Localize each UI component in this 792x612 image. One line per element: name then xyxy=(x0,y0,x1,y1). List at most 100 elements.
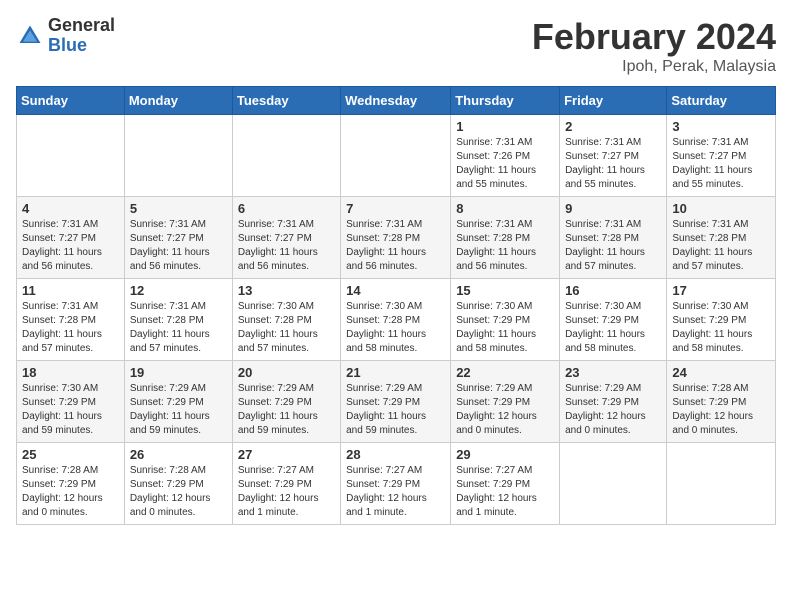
calendar-cell: 21 Sunrise: 7:29 AM Sunset: 7:29 PM Dayli… xyxy=(341,361,451,443)
calendar-cell: 20 Sunrise: 7:29 AM Sunset: 7:29 PM Dayli… xyxy=(232,361,340,443)
day-number: 27 xyxy=(238,447,335,462)
calendar-week-4: 18 Sunrise: 7:30 AM Sunset: 7:29 PM Dayli… xyxy=(17,361,776,443)
day-number: 3 xyxy=(672,119,770,134)
day-number: 2 xyxy=(565,119,661,134)
calendar-cell: 3 Sunrise: 7:31 AM Sunset: 7:27 PM Daylig… xyxy=(667,115,776,197)
calendar-cell xyxy=(560,443,667,525)
day-number: 10 xyxy=(672,201,770,216)
calendar-cell: 4 Sunrise: 7:31 AM Sunset: 7:27 PM Daylig… xyxy=(17,197,125,279)
calendar-cell: 26Sunrise: 7:28 AM Sunset: 7:29 PM Dayli… xyxy=(124,443,232,525)
page-header: General Blue February 2024 Ipoh, Perak, … xyxy=(16,16,776,76)
calendar-cell: 6 Sunrise: 7:31 AM Sunset: 7:27 PM Daylig… xyxy=(232,197,340,279)
calendar-cell: 16 Sunrise: 7:30 AM Sunset: 7:29 PM Dayli… xyxy=(560,279,667,361)
day-info: Sunrise: 7:31 AM Sunset: 7:28 PM Dayligh… xyxy=(456,218,554,274)
calendar-cell: 9 Sunrise: 7:31 AM Sunset: 7:28 PM Daylig… xyxy=(560,197,667,279)
day-info: Sunrise: 7:28 AM Sunset: 7:29 PM Dayligh… xyxy=(130,464,227,520)
day-number: 4 xyxy=(22,201,119,216)
day-info: Sunrise: 7:29 AM Sunset: 7:29 PM Dayligh… xyxy=(565,382,661,438)
day-number: 7 xyxy=(346,201,445,216)
day-info: Sunrise: 7:30 AM Sunset: 7:29 PM Dayligh… xyxy=(22,382,119,438)
calendar-cell: 11 Sunrise: 7:31 AM Sunset: 7:28 PM Dayli… xyxy=(17,279,125,361)
day-info: Sunrise: 7:31 AM Sunset: 7:28 PM Dayligh… xyxy=(130,300,227,356)
calendar-cell: 14 Sunrise: 7:30 AM Sunset: 7:28 PM Dayli… xyxy=(341,279,451,361)
calendar-week-1: 1Sunrise: 7:31 AM Sunset: 7:26 PM Daylig… xyxy=(17,115,776,197)
calendar-week-3: 11 Sunrise: 7:31 AM Sunset: 7:28 PM Dayli… xyxy=(17,279,776,361)
calendar-cell: 23 Sunrise: 7:29 AM Sunset: 7:29 PM Dayli… xyxy=(560,361,667,443)
calendar-cell xyxy=(341,115,451,197)
day-info: Sunrise: 7:31 AM Sunset: 7:27 PM Dayligh… xyxy=(22,218,119,274)
title-block: February 2024 Ipoh, Perak, Malaysia xyxy=(532,16,776,76)
day-number: 16 xyxy=(565,283,661,298)
day-info: Sunrise: 7:28 AM Sunset: 7:29 PM Dayligh… xyxy=(22,464,119,520)
day-number: 28 xyxy=(346,447,445,462)
day-info: Sunrise: 7:29 AM Sunset: 7:29 PM Dayligh… xyxy=(238,382,335,438)
day-info: Sunrise: 7:31 AM Sunset: 7:28 PM Dayligh… xyxy=(346,218,445,274)
calendar-cell: 8 Sunrise: 7:31 AM Sunset: 7:28 PM Daylig… xyxy=(451,197,560,279)
day-number: 15 xyxy=(456,283,554,298)
day-info: Sunrise: 7:30 AM Sunset: 7:28 PM Dayligh… xyxy=(238,300,335,356)
day-info: Sunrise: 7:27 AM Sunset: 7:29 PM Dayligh… xyxy=(238,464,335,520)
day-number: 17 xyxy=(672,283,770,298)
calendar-cell: 10 Sunrise: 7:31 AM Sunset: 7:28 PM Dayli… xyxy=(667,197,776,279)
calendar-table: SundayMondayTuesdayWednesdayThursdayFrid… xyxy=(16,86,776,525)
day-info: Sunrise: 7:31 AM Sunset: 7:27 PM Dayligh… xyxy=(130,218,227,274)
calendar-cell: 18 Sunrise: 7:30 AM Sunset: 7:29 PM Dayli… xyxy=(17,361,125,443)
calendar-cell: 13 Sunrise: 7:30 AM Sunset: 7:28 PM Dayli… xyxy=(232,279,340,361)
calendar-title: February 2024 xyxy=(532,16,776,58)
calendar-cell: 7 Sunrise: 7:31 AM Sunset: 7:28 PM Daylig… xyxy=(341,197,451,279)
day-info: Sunrise: 7:31 AM Sunset: 7:28 PM Dayligh… xyxy=(565,218,661,274)
weekday-header-friday: Friday xyxy=(560,87,667,115)
day-number: 29 xyxy=(456,447,554,462)
day-number: 20 xyxy=(238,365,335,380)
day-number: 8 xyxy=(456,201,554,216)
day-info: Sunrise: 7:30 AM Sunset: 7:29 PM Dayligh… xyxy=(565,300,661,356)
day-info: Sunrise: 7:31 AM Sunset: 7:27 PM Dayligh… xyxy=(238,218,335,274)
day-info: Sunrise: 7:29 AM Sunset: 7:29 PM Dayligh… xyxy=(346,382,445,438)
day-number: 23 xyxy=(565,365,661,380)
calendar-location: Ipoh, Perak, Malaysia xyxy=(532,58,776,76)
day-number: 25 xyxy=(22,447,119,462)
calendar-cell: 15 Sunrise: 7:30 AM Sunset: 7:29 PM Dayli… xyxy=(451,279,560,361)
calendar-cell: 22 Sunrise: 7:29 AM Sunset: 7:29 PM Dayli… xyxy=(451,361,560,443)
weekday-header-sunday: Sunday xyxy=(17,87,125,115)
day-number: 14 xyxy=(346,283,445,298)
day-number: 18 xyxy=(22,365,119,380)
logo: General Blue xyxy=(16,16,115,56)
calendar-cell xyxy=(124,115,232,197)
day-info: Sunrise: 7:30 AM Sunset: 7:29 PM Dayligh… xyxy=(456,300,554,356)
day-info: Sunrise: 7:30 AM Sunset: 7:28 PM Dayligh… xyxy=(346,300,445,356)
day-info: Sunrise: 7:27 AM Sunset: 7:29 PM Dayligh… xyxy=(346,464,445,520)
logo-text: General Blue xyxy=(48,16,115,56)
day-info: Sunrise: 7:31 AM Sunset: 7:27 PM Dayligh… xyxy=(565,136,661,192)
day-number: 19 xyxy=(130,365,227,380)
day-number: 21 xyxy=(346,365,445,380)
day-number: 6 xyxy=(238,201,335,216)
day-number: 5 xyxy=(130,201,227,216)
weekday-header-tuesday: Tuesday xyxy=(232,87,340,115)
day-number: 9 xyxy=(565,201,661,216)
calendar-week-2: 4 Sunrise: 7:31 AM Sunset: 7:27 PM Daylig… xyxy=(17,197,776,279)
day-info: Sunrise: 7:29 AM Sunset: 7:29 PM Dayligh… xyxy=(456,382,554,438)
logo-general-text: General xyxy=(48,16,115,36)
calendar-cell xyxy=(667,443,776,525)
calendar-cell: 2 Sunrise: 7:31 AM Sunset: 7:27 PM Daylig… xyxy=(560,115,667,197)
day-number: 22 xyxy=(456,365,554,380)
day-number: 13 xyxy=(238,283,335,298)
day-info: Sunrise: 7:27 AM Sunset: 7:29 PM Dayligh… xyxy=(456,464,554,520)
day-info: Sunrise: 7:31 AM Sunset: 7:27 PM Dayligh… xyxy=(672,136,770,192)
calendar-cell: 5 Sunrise: 7:31 AM Sunset: 7:27 PM Daylig… xyxy=(124,197,232,279)
day-info: Sunrise: 7:31 AM Sunset: 7:28 PM Dayligh… xyxy=(22,300,119,356)
weekday-header-saturday: Saturday xyxy=(667,87,776,115)
calendar-cell: 19Sunrise: 7:29 AM Sunset: 7:29 PM Dayli… xyxy=(124,361,232,443)
day-info: Sunrise: 7:31 AM Sunset: 7:26 PM Dayligh… xyxy=(456,136,554,192)
weekday-header-wednesday: Wednesday xyxy=(341,87,451,115)
weekday-header-row: SundayMondayTuesdayWednesdayThursdayFrid… xyxy=(17,87,776,115)
logo-icon xyxy=(16,22,44,50)
day-info: Sunrise: 7:31 AM Sunset: 7:28 PM Dayligh… xyxy=(672,218,770,274)
calendar-cell xyxy=(232,115,340,197)
calendar-cell: 1Sunrise: 7:31 AM Sunset: 7:26 PM Daylig… xyxy=(451,115,560,197)
weekday-header-monday: Monday xyxy=(124,87,232,115)
calendar-cell: 24Sunrise: 7:28 AM Sunset: 7:29 PM Dayli… xyxy=(667,361,776,443)
day-number: 11 xyxy=(22,283,119,298)
weekday-header-thursday: Thursday xyxy=(451,87,560,115)
